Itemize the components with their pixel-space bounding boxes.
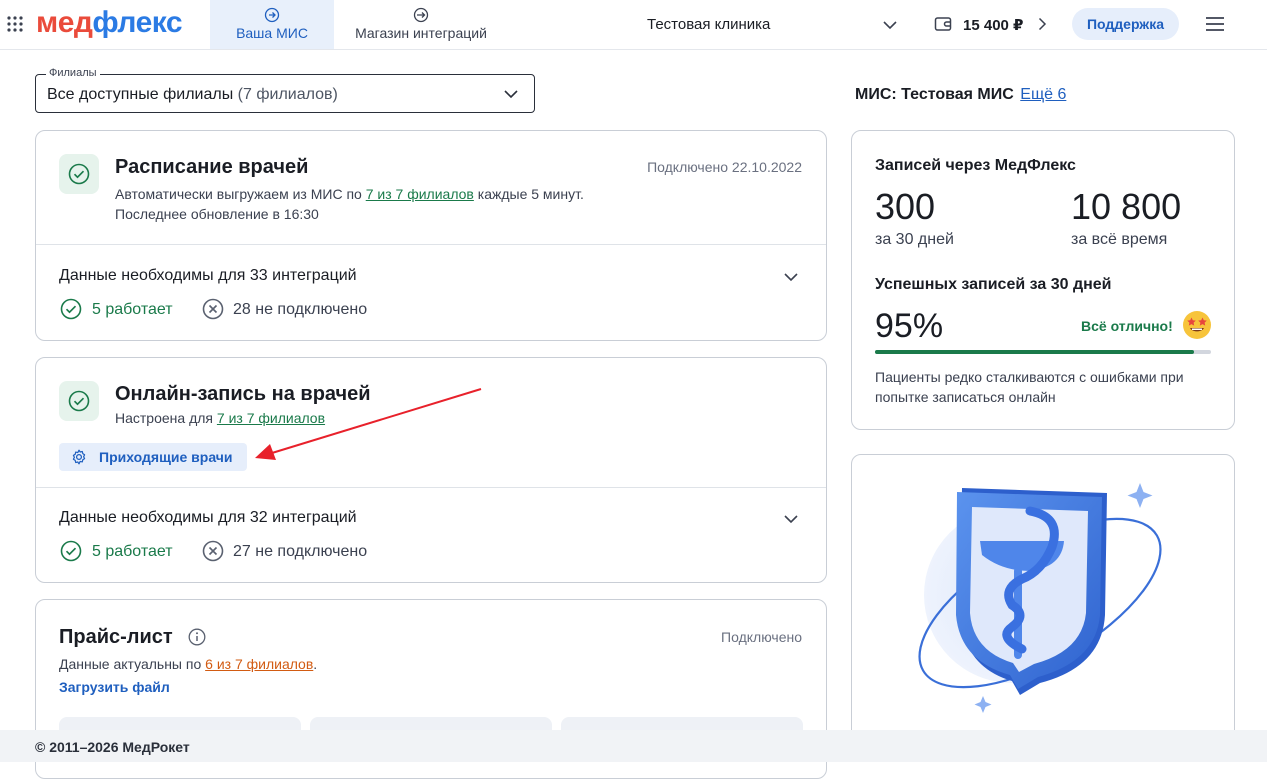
clinic-selector[interactable]: Тестовая клиника	[647, 16, 770, 33]
mis-label: МИС: Тестовая МИС	[855, 86, 1014, 103]
stats-title: Записей через МедФлекс	[875, 157, 1076, 174]
bookings-stats-card: Записей через МедФлекс 300 за 30 дней 10…	[851, 130, 1235, 430]
branches-select-label: Филиалы	[46, 67, 100, 79]
success-progress-bar	[875, 350, 1211, 354]
schedule-not-connected-count: 28 не подключено	[233, 301, 368, 318]
price-status: Подключено	[721, 629, 802, 645]
schedule-working-count: 5 работает	[92, 301, 173, 318]
apps-grid-icon[interactable]	[6, 15, 24, 33]
upload-file-link[interactable]: Загрузить файл	[59, 679, 170, 695]
price-desc-suffix: .	[313, 656, 318, 672]
booking-needed-text[interactable]: Данные необходимы для 32 интеграций	[59, 509, 357, 527]
branches-count: (7 филиалов)	[237, 86, 338, 103]
chevron-down-icon[interactable]	[783, 511, 799, 527]
wallet-icon	[934, 17, 952, 31]
logo-part-1: мед	[36, 6, 93, 39]
booking-desc-prefix: Настроена для	[115, 410, 213, 426]
star-struck-emoji-icon	[1183, 311, 1211, 339]
tab-integrations-store[interactable]: Магазин интеграций	[334, 0, 508, 49]
branches-value-text: Все доступные филиалы	[47, 86, 234, 103]
chevron-down-icon[interactable]	[783, 269, 799, 285]
success-status: Всё отлично!	[1081, 318, 1173, 334]
chevron-down-icon[interactable]	[882, 17, 898, 33]
bookings-30-days-label: за 30 дней	[875, 231, 954, 248]
hamburger-menu-icon[interactable]	[1205, 15, 1225, 33]
booking-working-count: 5 работает	[92, 543, 173, 560]
tab-your-mis-label: Ваша МИС	[236, 25, 308, 41]
schedule-status: Подключено 22.10.2022	[647, 159, 802, 175]
bookings-all-time-value: 10 800	[1071, 186, 1182, 227]
balance-amount[interactable]: 15 400 ₽	[963, 16, 1023, 34]
mis-info: МИС: Тестовая МИС Ещё 6	[855, 86, 1066, 104]
booking-title: Онлайн-запись на врачей	[115, 383, 371, 405]
visiting-doctors-button[interactable]: Приходящие врачи	[59, 443, 247, 471]
logout-icon	[413, 7, 429, 23]
success-progress-fill	[875, 350, 1195, 354]
medical-shield-illustration	[918, 483, 1162, 713]
booking-description: Настроена для 7 из 7 филиалов	[115, 408, 325, 428]
support-button[interactable]: Поддержка	[1072, 8, 1179, 40]
mis-more-link[interactable]: Ещё 6	[1020, 86, 1066, 103]
logo[interactable]: медфлекс	[36, 6, 183, 40]
tab-integrations-store-label: Магазин интеграций	[355, 25, 487, 41]
bookings-all-time-label: за всё время	[1071, 231, 1168, 248]
check-circle-icon	[60, 540, 82, 562]
booking-branches-link[interactable]: 7 из 7 филиалов	[217, 410, 325, 426]
success-title: Успешных записей за 30 дней	[875, 276, 1112, 293]
check-circle-icon	[68, 163, 90, 185]
footer: © 2011–2026 МедРокет	[0, 730, 1267, 762]
top-bar: медфлекс Ваша МИС Магазин интеграций Тес…	[0, 0, 1267, 50]
branches-select-value: Все доступные филиалы (7 филиалов)	[47, 86, 338, 104]
bookings-30-days-value: 300	[875, 186, 936, 227]
price-branches-link[interactable]: 6 из 7 филиалов	[205, 656, 313, 672]
stats-note: Пациенты редко сталкиваются с ошибками п…	[875, 369, 1184, 405]
login-icon	[264, 7, 280, 23]
schedule-branches-link[interactable]: 7 из 7 филиалов	[366, 186, 474, 202]
branches-select[interactable]: Филиалы Все доступные филиалы (7 филиало…	[35, 67, 535, 113]
check-circle-icon	[68, 390, 90, 412]
check-circle-badge	[59, 381, 99, 421]
schedule-last-update: Последнее обновление в 16:30	[115, 206, 319, 222]
copyright: © 2011–2026 МедРокет	[35, 739, 190, 755]
schedule-needed-text[interactable]: Данные необходимы для 33 интеграций	[59, 267, 357, 285]
schedule-title: Расписание врачей	[115, 156, 309, 178]
info-icon[interactable]	[188, 628, 206, 646]
price-description: Данные актуальны по 6 из 7 филиалов.	[59, 654, 317, 674]
chevron-down-icon	[504, 90, 518, 99]
x-circle-icon	[202, 540, 224, 562]
booking-not-connected-count: 27 не подключено	[233, 543, 368, 560]
tab-your-mis[interactable]: Ваша МИС	[210, 0, 334, 49]
price-desc-prefix: Данные актуальны по	[59, 656, 202, 672]
check-circle-icon	[60, 298, 82, 320]
schedule-description: Автоматически выгружаем из МИС по 7 из 7…	[115, 184, 584, 224]
x-circle-icon	[202, 298, 224, 320]
schedule-card: Расписание врачей Подключено 22.10.2022 …	[35, 130, 827, 341]
divider	[36, 244, 826, 245]
divider	[36, 487, 826, 488]
schedule-desc-prefix: Автоматически выгружаем из МИС по	[115, 186, 362, 202]
chevron-right-icon[interactable]	[1035, 17, 1049, 31]
gear-icon	[72, 449, 86, 465]
success-percent: 95%	[875, 307, 944, 345]
illustration-card	[851, 454, 1235, 754]
price-title: Прайс-лист	[59, 626, 173, 648]
check-circle-badge	[59, 154, 99, 194]
logo-part-2: флекс	[92, 6, 183, 39]
visiting-doctors-label: Приходящие врачи	[99, 449, 233, 465]
schedule-desc-suffix: каждые 5 минут.	[477, 186, 584, 202]
online-booking-card: Онлайн-запись на врачей Настроена для 7 …	[35, 357, 827, 583]
